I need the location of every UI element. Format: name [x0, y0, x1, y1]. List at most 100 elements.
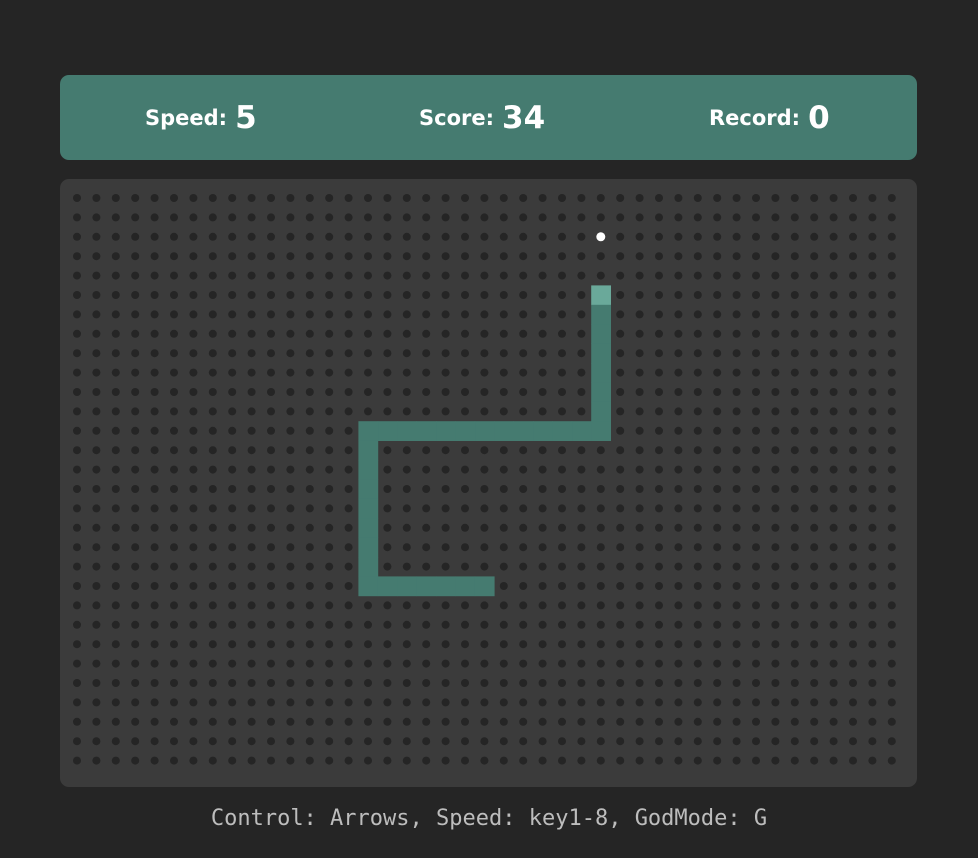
grid-dot — [674, 504, 683, 513]
grid-dot — [208, 388, 217, 396]
grid-dot — [655, 523, 663, 532]
grid-dot — [461, 620, 469, 629]
grid-dot — [519, 329, 528, 338]
grid-dot — [73, 504, 81, 513]
grid-dot — [111, 368, 120, 377]
grid-dot — [616, 465, 625, 474]
grid-dot — [208, 640, 217, 649]
grid-dot — [422, 271, 431, 280]
grid-dot — [480, 659, 489, 668]
grid-dot — [810, 679, 819, 687]
grid-dot — [752, 659, 760, 668]
grid-dot — [422, 504, 431, 513]
grid-dot — [267, 426, 275, 435]
grid-dot — [655, 465, 663, 474]
grid-dot — [305, 329, 314, 338]
grid-dot — [383, 446, 392, 455]
grid-dot — [402, 349, 411, 358]
grid-dot — [131, 523, 140, 532]
grid-dot — [887, 620, 896, 629]
grid-dot — [713, 659, 722, 668]
grid-dot — [150, 213, 159, 222]
grid-dot — [771, 194, 780, 202]
grid-dot — [635, 349, 644, 358]
grid-dot — [461, 310, 469, 319]
grid-dot — [771, 252, 780, 261]
grid-dot — [228, 252, 237, 261]
grid-dot — [480, 523, 489, 532]
grid-dot — [305, 232, 314, 241]
grid-dot — [131, 407, 140, 416]
grid-dot — [131, 756, 140, 765]
grid-dot — [480, 465, 489, 474]
snake-segment — [591, 304, 611, 325]
grid-dot — [480, 620, 489, 629]
score-label: Score: — [419, 105, 494, 130]
grid-dot — [247, 698, 256, 707]
grid-dot — [674, 620, 683, 629]
grid-dot — [499, 465, 508, 474]
grid-dot — [364, 698, 372, 707]
grid-dot — [247, 523, 256, 532]
grid-dot — [441, 291, 450, 299]
grid-dot — [538, 543, 547, 552]
grid-dot — [208, 349, 217, 358]
grid-dot — [325, 329, 334, 338]
grid-dot — [247, 388, 256, 396]
grid-dot — [732, 368, 741, 377]
grid-dot — [111, 349, 120, 358]
grid-dot — [810, 291, 819, 299]
grid-dot — [868, 388, 877, 396]
grid-dot — [402, 407, 411, 416]
grid-dot — [383, 659, 392, 668]
grid-dot — [208, 601, 217, 610]
grid-dot — [111, 446, 120, 455]
grid-dot — [499, 679, 508, 687]
grid-dot — [131, 562, 140, 571]
grid-dot — [325, 756, 334, 765]
grid-dot — [519, 679, 528, 687]
grid-dot — [558, 194, 566, 202]
grid-dot — [189, 504, 198, 513]
grid-dot — [402, 252, 411, 261]
game-board[interactable] — [60, 179, 917, 787]
grid-dot — [422, 446, 431, 455]
grid-dot — [228, 407, 237, 416]
grid-dot — [713, 504, 722, 513]
grid-dot — [111, 659, 120, 668]
grid-dot — [752, 620, 760, 629]
grid-dot — [868, 504, 877, 513]
snake-segment — [591, 363, 611, 383]
grid-dot — [674, 271, 683, 280]
grid-dot — [829, 640, 838, 649]
grid-dot — [713, 620, 722, 629]
grid-dot — [480, 446, 489, 455]
grid-dot — [752, 504, 760, 513]
grid-dot — [752, 194, 760, 202]
grid-dot — [752, 543, 760, 552]
grid-dot — [461, 485, 469, 493]
grid-dot — [810, 756, 819, 765]
grid-dot — [131, 426, 140, 435]
grid-dot — [461, 601, 469, 610]
grid-dot — [499, 485, 508, 493]
grid-dot — [344, 756, 353, 765]
grid-dot — [577, 737, 586, 746]
grid-dot — [267, 601, 275, 610]
speed-stat: Speed: 5 — [145, 75, 257, 160]
grid-dot — [849, 640, 857, 649]
grid-dot — [558, 582, 566, 590]
grid-dot — [247, 368, 256, 377]
grid-dot — [499, 213, 508, 222]
grid-dot — [73, 465, 81, 474]
grid-dot — [286, 659, 295, 668]
grid-dot — [364, 310, 372, 319]
grid-dot — [325, 426, 334, 435]
grid-dot — [849, 194, 857, 202]
grid-dot — [170, 504, 178, 513]
grid-dot — [790, 232, 799, 241]
grid-dot — [228, 329, 237, 338]
grid-dot — [383, 349, 392, 358]
grid-dot — [286, 562, 295, 571]
grid-dot — [558, 698, 566, 707]
